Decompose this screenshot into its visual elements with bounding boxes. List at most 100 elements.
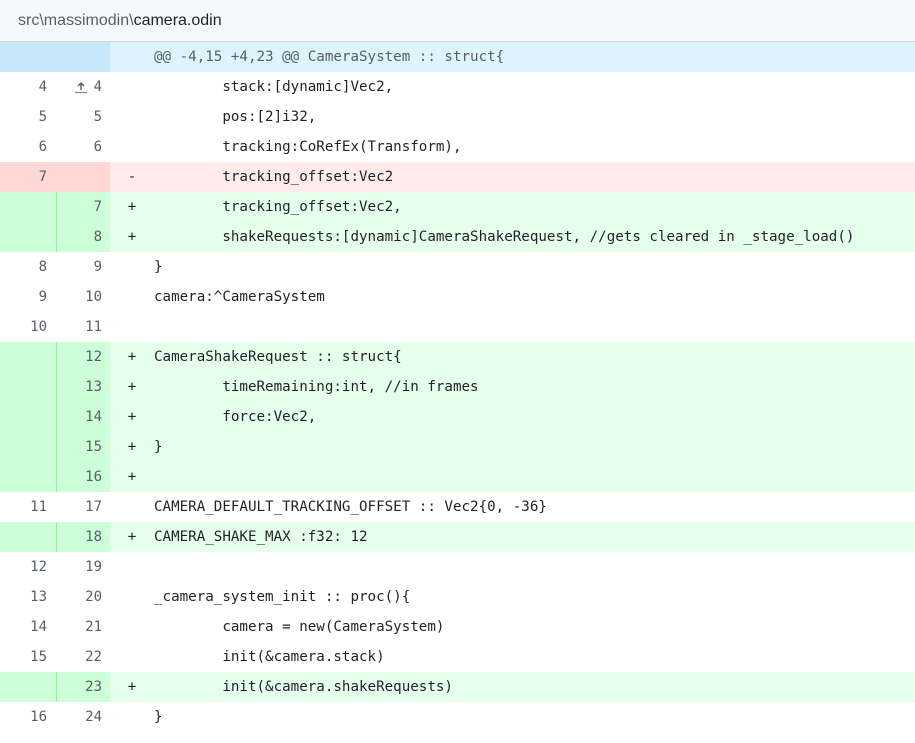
code-line: shakeRequests:[dynamic]CameraShakeReques… <box>154 229 855 245</box>
diff-sign <box>110 252 154 282</box>
diff-line-context: 11 17 CAMERA_DEFAULT_TRACKING_OFFSET :: Ve… <box>0 492 915 522</box>
code-line: pos:[2]i32, <box>154 109 317 125</box>
diff-sign <box>110 552 154 582</box>
diff-line-context: 10 11 <box>0 312 915 342</box>
new-line-number[interactable]: 17 <box>56 492 110 522</box>
diff-line-added: 23 + init(&camera.shakeRequests) <box>0 672 915 702</box>
old-line-number[interactable]: 12 <box>0 552 56 582</box>
diff-line-added: 13 + timeRemaining:int, //in frames <box>0 372 915 402</box>
diff-line-added: 18 + CAMERA_SHAKE_MAX :f32: 12 <box>0 522 915 552</box>
diff-sign: - <box>127 169 137 185</box>
code-line: init(&camera.shakeRequests) <box>154 679 453 695</box>
diff-lines: 44 stack:[dynamic]Vec2,55 pos:[2]i32,66 … <box>0 72 915 732</box>
code-line: } <box>154 439 163 455</box>
new-line-number[interactable]: 13 <box>56 372 110 402</box>
diff-sign <box>110 282 154 312</box>
diff-sign <box>110 642 154 672</box>
diff-sign: + <box>127 349 137 365</box>
code-line: tracking_offset:Vec2 <box>154 169 394 185</box>
diff-line-added: 12 + CameraShakeRequest :: struct{ <box>0 342 915 372</box>
code-line: } <box>154 709 163 725</box>
new-line-number[interactable]: 12 <box>56 342 110 372</box>
expand-up-icon <box>74 82 87 94</box>
old-line-number[interactable] <box>0 432 56 462</box>
old-line-number[interactable]: 8 <box>0 252 56 282</box>
diff-line-added: 14 + force:Vec2, <box>0 402 915 432</box>
file-path-dir[interactable]: src\massimodin\ <box>18 12 134 30</box>
old-line-number[interactable]: 9 <box>0 282 56 312</box>
diff-sign: + <box>127 409 137 425</box>
new-line-number[interactable]: 14 <box>56 402 110 432</box>
diff-line-context: 13 20 _camera_system_init :: proc(){ <box>0 582 915 612</box>
diff-sign <box>110 582 154 612</box>
code-line: CameraShakeRequest :: struct{ <box>154 349 402 365</box>
code-line: tracking:CoRefEx(Transform), <box>154 139 462 155</box>
old-line-number[interactable] <box>0 342 56 372</box>
diff-line-deleted: 7 - tracking_offset:Vec2 <box>0 162 915 192</box>
old-line-number[interactable]: 10 <box>0 312 56 342</box>
old-line-number[interactable]: 7 <box>0 162 56 192</box>
diff-table: @@ -4,15 +4,23 @@ CameraSystem :: struct… <box>0 42 915 732</box>
old-line-number[interactable]: 14 <box>0 612 56 642</box>
new-line-number[interactable]: 20 <box>56 582 110 612</box>
new-line-number[interactable]: 19 <box>56 552 110 582</box>
diff-line-context: 15 22 init(&camera.stack) <box>0 642 915 672</box>
code-line: timeRemaining:int, //in frames <box>154 379 479 395</box>
new-line-number[interactable]: 6 <box>56 132 110 162</box>
diff-sign <box>110 312 154 342</box>
code-line: _camera_system_init :: proc(){ <box>154 589 411 605</box>
diff-sign: + <box>127 379 137 395</box>
hunk-header-text: @@ -4,15 +4,23 @@ CameraSystem :: struct… <box>154 49 505 65</box>
new-line-number[interactable] <box>56 162 110 192</box>
diff-line-context: 66 tracking:CoRefEx(Transform), <box>0 132 915 162</box>
diff-sign: + <box>127 229 137 245</box>
old-line-number[interactable]: 16 <box>0 702 56 732</box>
new-line-number[interactable]: 18 <box>56 522 110 552</box>
old-line-number[interactable]: 13 <box>0 582 56 612</box>
old-line-number[interactable] <box>0 402 56 432</box>
code-line: force:Vec2, <box>154 409 317 425</box>
old-line-number[interactable]: 15 <box>0 642 56 672</box>
diff-sign <box>110 72 154 102</box>
code-line: stack:[dynamic]Vec2, <box>154 79 394 95</box>
file-path-name[interactable]: camera.odin <box>134 12 222 30</box>
old-line-number[interactable] <box>0 372 56 402</box>
new-line-number[interactable]: 11 <box>56 312 110 342</box>
old-line-number[interactable]: 6 <box>0 132 56 162</box>
diff-sign <box>110 612 154 642</box>
old-line-number[interactable] <box>0 462 56 492</box>
new-line-number[interactable]: 10 <box>56 282 110 312</box>
code-line: CAMERA_DEFAULT_TRACKING_OFFSET :: Vec2{0… <box>154 499 547 515</box>
code-line: tracking_offset:Vec2, <box>154 199 402 215</box>
new-line-number[interactable]: 24 <box>56 702 110 732</box>
diff-sign <box>110 492 154 522</box>
new-line-number[interactable]: 23 <box>56 672 110 702</box>
diff-sign: + <box>127 529 137 545</box>
diff-sign: + <box>127 199 137 215</box>
diff-line-context: 14 21 camera = new(CameraSystem) <box>0 612 915 642</box>
new-line-number[interactable]: 16 <box>56 462 110 492</box>
old-line-number[interactable] <box>0 672 56 702</box>
diff-sign <box>110 102 154 132</box>
diff-sign: + <box>127 469 137 485</box>
expand-up-button[interactable] <box>0 42 110 94</box>
new-line-number[interactable]: 7 <box>56 192 110 222</box>
old-line-number[interactable] <box>0 222 56 252</box>
new-line-number[interactable]: 21 <box>56 612 110 642</box>
file-header: src\massimodin\ camera.odin <box>0 0 915 42</box>
old-line-number[interactable] <box>0 192 56 222</box>
new-line-number[interactable]: 15 <box>56 432 110 462</box>
code-line: camera:^CameraSystem <box>154 289 325 305</box>
diff-line-added: 15 +} <box>0 432 915 462</box>
old-line-number[interactable] <box>0 522 56 552</box>
new-line-number[interactable]: 22 <box>56 642 110 672</box>
diff-line-context: 16 24} <box>0 702 915 732</box>
new-line-number[interactable]: 8 <box>56 222 110 252</box>
diff-line-context: 8 9} <box>0 252 915 282</box>
old-line-number[interactable]: 11 <box>0 492 56 522</box>
diff-sign: + <box>127 679 137 695</box>
code-line: CAMERA_SHAKE_MAX :f32: 12 <box>154 529 368 545</box>
new-line-number[interactable]: 9 <box>56 252 110 282</box>
